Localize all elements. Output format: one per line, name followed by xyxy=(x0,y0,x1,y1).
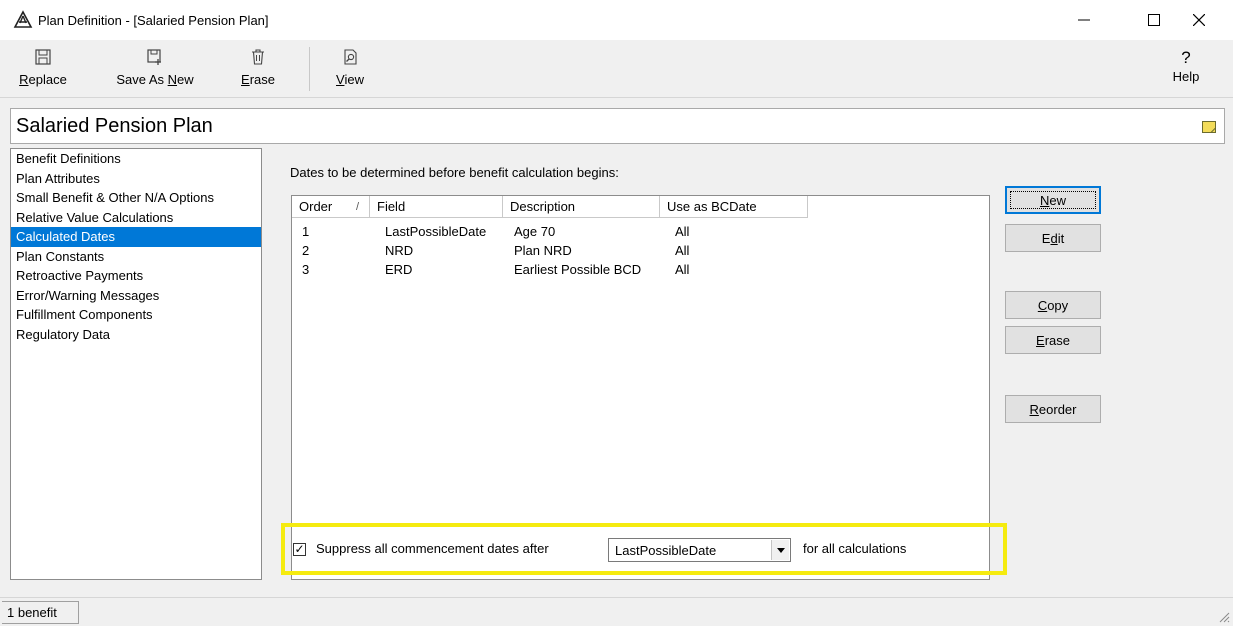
erase-label: Erase xyxy=(241,72,275,87)
section-label: Dates to be determined before benefit ca… xyxy=(290,165,619,180)
close-icon xyxy=(1193,14,1205,26)
nav-item-relative-value[interactable]: Relative Value Calculations xyxy=(11,208,261,228)
status-bar: 1 benefit xyxy=(0,597,1233,626)
nav-item-error-warning[interactable]: Error/Warning Messages xyxy=(11,286,261,306)
copy-button[interactable]: Copy xyxy=(1005,291,1101,319)
app-logo-icon xyxy=(13,10,33,28)
view-icon xyxy=(344,49,357,65)
cell-use-as-bcdate: All xyxy=(675,243,690,258)
status-text: 1 benefit xyxy=(2,601,79,624)
column-header-order[interactable]: Order / xyxy=(292,196,370,218)
suppress-date-value: LastPossibleDate xyxy=(615,543,717,558)
dropdown-arrow-icon[interactable] xyxy=(771,540,789,560)
suppress-date-select[interactable]: LastPossibleDate xyxy=(608,538,791,562)
maximize-button[interactable] xyxy=(1131,0,1177,40)
view-button[interactable]: View xyxy=(327,45,373,95)
help-button[interactable]: ? Help xyxy=(1166,45,1206,95)
title-bar: Plan Definition - [Salaried Pension Plan… xyxy=(0,0,1233,40)
window-title: Plan Definition - [Salaried Pension Plan… xyxy=(38,13,269,28)
help-icon: ? xyxy=(1181,48,1191,67)
plan-section-list[interactable]: Benefit Definitions Plan Attributes Smal… xyxy=(10,148,262,580)
nav-item-plan-attributes[interactable]: Plan Attributes xyxy=(11,169,261,189)
cell-order: 2 xyxy=(302,243,310,258)
suppress-suffix-label: for all calculations xyxy=(803,541,907,556)
cell-description: Age 70 xyxy=(514,224,556,239)
plan-name: Salaried Pension Plan xyxy=(16,115,213,137)
view-label: View xyxy=(336,72,364,87)
cell-field: ERD xyxy=(385,262,413,277)
cell-field: NRD xyxy=(385,243,414,258)
reorder-label: Reorder xyxy=(1029,401,1077,417)
minimize-icon xyxy=(1078,19,1090,21)
toolbar: Replace Save As New Erase View ? Help xyxy=(0,40,1233,98)
table-row[interactable]: 1 LastPossibleDate Age 70 All xyxy=(292,224,989,240)
save-as-new-button[interactable]: Save As New xyxy=(111,45,199,95)
help-label: Help xyxy=(1172,69,1200,84)
nav-item-fulfillment[interactable]: Fulfillment Components xyxy=(11,305,261,325)
table-row[interactable]: 2 NRD Plan NRD All xyxy=(292,243,989,259)
column-header-use-as-bcdate[interactable]: Use as BCDate xyxy=(660,196,808,218)
minimize-button[interactable] xyxy=(1061,0,1107,40)
column-header-description[interactable]: Description xyxy=(503,196,660,218)
nav-item-retroactive-payments[interactable]: Retroactive Payments xyxy=(11,266,261,286)
save-as-new-label: Save As New xyxy=(116,72,194,87)
sort-indicator-icon: / xyxy=(355,201,359,213)
erase-date-button[interactable]: Erase xyxy=(1005,326,1101,354)
suppress-label: Suppress all commencement dates after xyxy=(316,541,549,556)
replace-label: Replace xyxy=(19,72,67,87)
grid-header: Order / Field Description Use as BCDate xyxy=(292,196,989,218)
replace-button[interactable]: Replace xyxy=(17,45,69,95)
copy-label: Copy xyxy=(1037,297,1069,313)
toolbar-separator xyxy=(309,47,310,91)
nav-item-calculated-dates[interactable]: Calculated Dates xyxy=(11,227,261,247)
save-as-icon xyxy=(147,49,161,65)
maximize-icon xyxy=(1148,14,1160,26)
nav-item-small-benefit[interactable]: Small Benefit & Other N/A Options xyxy=(11,188,261,208)
new-label: New xyxy=(1039,192,1066,208)
erase-date-label: Erase xyxy=(1036,332,1070,348)
cell-field: LastPossibleDate xyxy=(385,224,487,239)
cell-description: Plan NRD xyxy=(514,243,572,258)
cell-description: Earliest Possible BCD xyxy=(514,262,642,277)
new-button[interactable]: New xyxy=(1005,186,1101,214)
cell-use-as-bcdate: All xyxy=(675,224,690,239)
nav-item-benefit-definitions[interactable]: Benefit Definitions xyxy=(11,149,261,169)
suppress-checkbox[interactable]: ✓ xyxy=(293,543,306,556)
cell-order: 3 xyxy=(302,262,310,277)
table-row[interactable]: 3 ERD Earliest Possible BCD All xyxy=(292,262,989,278)
close-button[interactable] xyxy=(1176,0,1222,40)
column-header-field[interactable]: Field xyxy=(370,196,503,218)
cell-use-as-bcdate: All xyxy=(675,262,690,277)
edit-button[interactable]: Edit xyxy=(1005,224,1101,252)
floppy-disk-icon xyxy=(35,49,51,65)
sticky-note-icon[interactable] xyxy=(1202,121,1216,133)
resize-grip-icon[interactable] xyxy=(1216,609,1230,623)
edit-label: Edit xyxy=(1041,230,1065,246)
cell-order: 1 xyxy=(302,224,310,239)
trash-icon xyxy=(252,49,264,65)
erase-button[interactable]: Erase xyxy=(235,45,281,95)
nav-item-plan-constants[interactable]: Plan Constants xyxy=(11,247,261,267)
plan-name-bar: Salaried Pension Plan xyxy=(10,108,1225,144)
reorder-button[interactable]: Reorder xyxy=(1005,395,1101,423)
nav-item-regulatory-data[interactable]: Regulatory Data xyxy=(11,325,261,345)
